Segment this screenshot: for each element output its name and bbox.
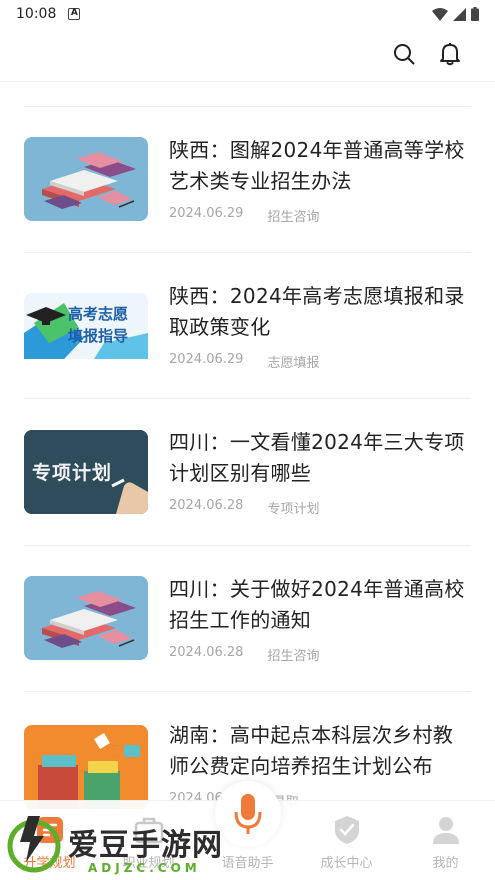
article-tag: 专项计划 (267, 502, 320, 517)
nav-label: 我的 (432, 856, 459, 871)
article-title: 陕西：图解2024年普通高等学校艺术类专业招生办法 (169, 138, 465, 193)
person-icon (432, 817, 459, 844)
article-title: 四川：关于做好2024年普通高校招生工作的通知 (169, 577, 465, 632)
watermark-logo-icon (7, 816, 61, 873)
nav-item-growth[interactable]: 成长中心 (297, 801, 396, 880)
article-thumbnail (24, 725, 148, 809)
watermark: 爱豆手游网 ADJZC.COM (6, 806, 266, 876)
article-tag: 志愿填报 (267, 356, 320, 371)
article-meta: 2024.06.28 专项计划 (169, 498, 319, 517)
article-thumbnail: 高考志愿 填报指导 (24, 293, 148, 377)
article-date: 2024.06.29 (169, 352, 244, 367)
article-thumbnail (24, 576, 148, 660)
status-indicators (432, 7, 479, 21)
watermark-subtitle: ADJZC.COM (88, 861, 201, 875)
wifi-icon (432, 7, 448, 21)
article-date: 2024.06.28 (169, 645, 244, 660)
top-bar (0, 28, 495, 82)
list-item[interactable]: 高考志愿 填报指导 陕西：2024年高考志愿填报和录取政策变化 2024.06.… (0, 253, 495, 399)
article-meta: 2024.06.29 招生咨询 (169, 206, 319, 225)
status-bar: 10:08 A (0, 0, 495, 28)
article-meta: 2024.06.28 招生咨询 (169, 645, 319, 664)
battery-icon (471, 7, 479, 21)
article-date: 2024.06.28 (169, 498, 244, 513)
search-icon[interactable] (391, 41, 417, 67)
article-thumbnail (24, 137, 148, 221)
nav-label: 成长中心 (320, 856, 373, 871)
shield-check-icon (334, 816, 359, 844)
article-tag: 招生咨询 (267, 210, 320, 225)
bell-icon[interactable] (437, 41, 463, 67)
status-time: 10:08 (16, 6, 57, 22)
article-date: 2024.06.29 (169, 206, 244, 221)
article-title: 四川：一文看懂2024年三大专项计划区别有哪些 (169, 430, 465, 485)
nav-item-mine[interactable]: 我的 (396, 801, 495, 880)
signal-icon (453, 7, 466, 21)
list-item[interactable]: 陕西：图解2024年普通高等学校艺术类专业招生办法 2024.06.29 招生咨… (0, 107, 495, 253)
list-item[interactable]: 四川：关于做好2024年普通高校招生工作的通知 2024.06.28 招生咨询 (0, 546, 495, 692)
article-title: 陕西：2024年高考志愿填报和录取政策变化 (169, 284, 465, 339)
thumb-text: 专项计划 (32, 462, 113, 484)
article-meta: 2024.06.29 志愿填报 (169, 352, 319, 371)
notification-icon: A (68, 8, 81, 20)
thumb-text-top: 高考志愿 (68, 305, 129, 323)
watermark-title: 爱豆手游网 (68, 828, 223, 863)
list-item[interactable]: 专项计划 四川：一文看懂2024年三大专项计划区别有哪些 2024.06.28 … (0, 399, 495, 545)
thumb-text-bottom: 填报指导 (68, 327, 129, 345)
article-title: 湖南：高中起点本科层次乡村教师公费定向培养招生计划公布 (169, 723, 454, 778)
article-tag: 招生咨询 (267, 649, 320, 664)
article-thumbnail: 专项计划 (24, 430, 148, 514)
